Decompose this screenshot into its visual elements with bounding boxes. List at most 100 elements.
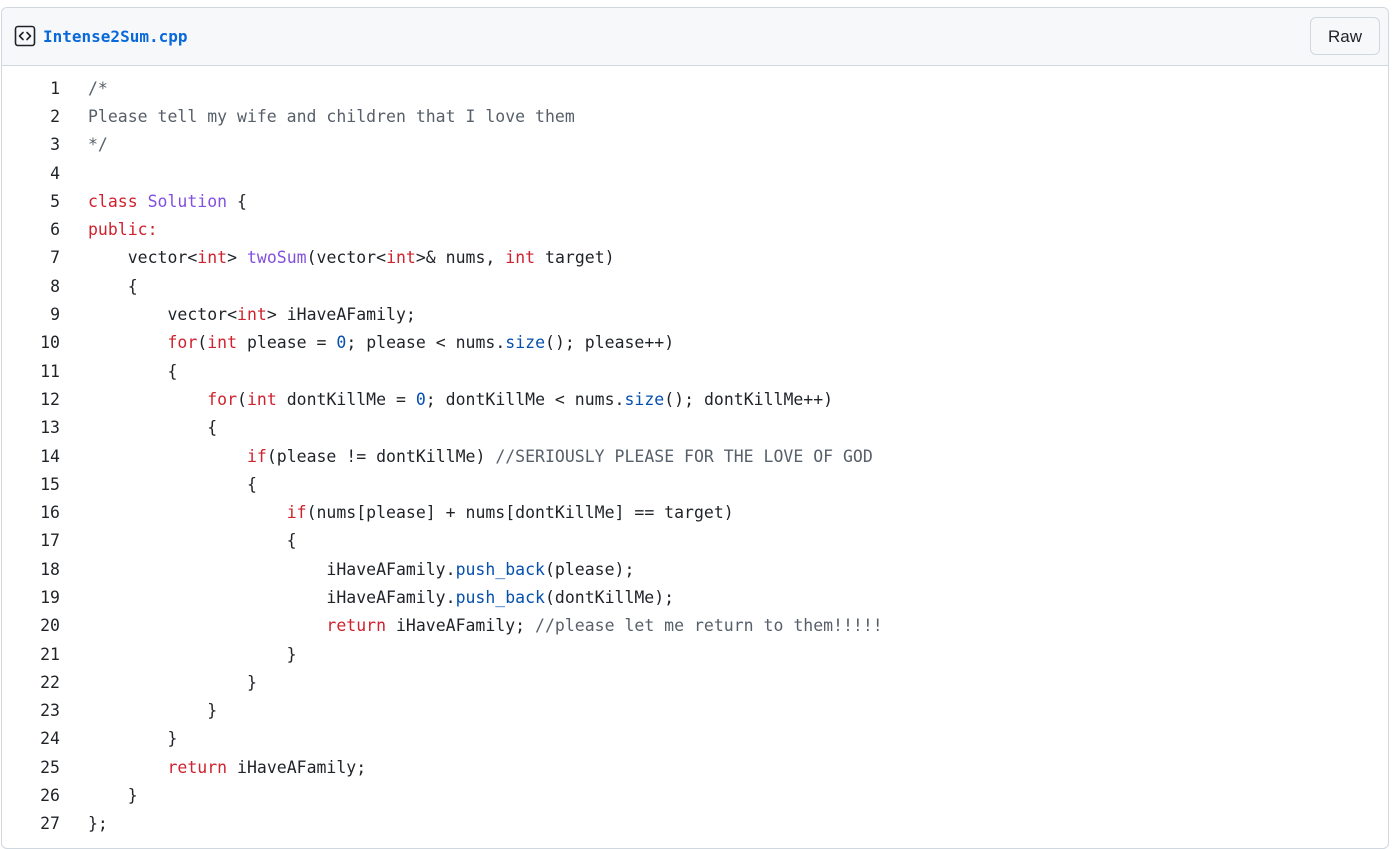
line-number[interactable]: 12 [2, 390, 88, 409]
code-token-plain: dontKillMe = [276, 389, 416, 409]
line-code: class Solution { [88, 192, 247, 211]
code-token-keyword: int [237, 305, 267, 325]
code-token-plain: { [88, 361, 178, 381]
code-token-comment: /* [88, 78, 108, 98]
code-line: 15 { [2, 470, 1388, 498]
code-line: 2 Please tell my wife and children that I… [2, 102, 1388, 130]
line-code: public: [88, 220, 158, 239]
line-code: } [88, 786, 138, 805]
line-code: vector<int> iHaveAFamily; [88, 305, 415, 325]
line-number[interactable]: 10 [2, 333, 88, 352]
code-token-constant: 0 [336, 333, 347, 353]
code-line: 3 */ [2, 131, 1388, 159]
code-line: 4 [2, 159, 1388, 187]
line-code: vector<int> twoSum(vector<int>& nums, in… [88, 248, 615, 267]
code-token-comment: */ [88, 135, 108, 155]
code-line: 17 { [2, 527, 1388, 555]
line-number[interactable]: 4 [2, 164, 88, 183]
code-token-comment: //SERIOUSLY PLEASE FOR THE LOVE OF GOD [495, 446, 873, 466]
code-line: 23 } [2, 697, 1388, 725]
line-code: if(nums[please] + nums[dontKillMe] == ta… [88, 503, 734, 522]
line-number[interactable]: 15 [2, 475, 88, 494]
file-name-link[interactable]: Intense2Sum.cpp [43, 26, 188, 48]
code-line: 25 return iHaveAFamily; [2, 753, 1388, 781]
code-token-keyword: int [207, 333, 238, 353]
line-code: return iHaveAFamily; [88, 758, 366, 777]
code-token-keyword: int [246, 389, 277, 409]
code-line: 7 vector<int> twoSum(vector<int>& nums, … [2, 244, 1388, 272]
line-code: }; [88, 814, 108, 833]
line-number[interactable]: 25 [2, 758, 88, 777]
line-code: } [88, 645, 297, 664]
code-line: 10 for(int please = 0; please < nums.siz… [2, 329, 1388, 357]
code-token-plain: } [88, 644, 297, 664]
line-code: for(int please = 0; please < nums.size()… [88, 333, 674, 352]
line-number[interactable]: 1 [2, 79, 88, 98]
code-token-plain: ; please < nums. [346, 333, 506, 353]
line-number[interactable]: 8 [2, 277, 88, 296]
line-number[interactable]: 7 [2, 248, 88, 267]
line-code: */ [88, 135, 108, 154]
line-code: { [88, 277, 138, 296]
code-file-icon [14, 25, 36, 47]
line-number[interactable]: 18 [2, 560, 88, 579]
code-token-plain: { [88, 276, 138, 296]
code-token-keyword: for [167, 333, 198, 353]
line-number[interactable]: 6 [2, 220, 88, 239]
code-token-constant: push_back [455, 559, 545, 579]
code-line: 19 iHaveAFamily.push_back(dontKillMe); [2, 583, 1388, 611]
line-code: return iHaveAFamily; //please let me ret… [88, 616, 882, 636]
line-number[interactable]: 2 [2, 107, 88, 126]
code-token-plain: } [88, 729, 178, 749]
code-token-plain: (); please++) [545, 333, 675, 353]
line-number[interactable]: 3 [2, 135, 88, 154]
code-line: 5 class Solution { [2, 187, 1388, 215]
line-number[interactable]: 5 [2, 192, 88, 211]
code-line: 9 vector<int> iHaveAFamily; [2, 300, 1388, 328]
line-number[interactable]: 23 [2, 701, 88, 720]
code-token-keyword: int [197, 248, 228, 268]
code-token-plain: (nums[please] + nums[dontKillMe] == targ… [306, 503, 734, 523]
line-number[interactable]: 20 [2, 616, 88, 635]
code-line: 6 public: [2, 215, 1388, 243]
line-number[interactable]: 13 [2, 418, 88, 437]
code-line: 8 { [2, 272, 1388, 300]
line-number[interactable]: 16 [2, 503, 88, 522]
line-number[interactable]: 19 [2, 588, 88, 607]
code-token-plain: iHaveAFamily. [88, 587, 456, 607]
code-token-plain: vector< [88, 248, 198, 268]
code-line: 26 } [2, 781, 1388, 809]
line-number[interactable]: 21 [2, 645, 88, 664]
line-number[interactable]: 14 [2, 447, 88, 466]
line-number[interactable]: 26 [2, 786, 88, 805]
code-body: 1/* 2 Please tell my wife and children tha… [2, 66, 1388, 838]
line-number[interactable]: 11 [2, 362, 88, 381]
code-token-comment: Please tell my wife and children that I … [88, 106, 575, 126]
code-token-plain: } [88, 786, 138, 806]
code-token-plain: (vector< [306, 248, 387, 268]
line-number[interactable]: 17 [2, 531, 88, 550]
code-token-constant: push_back [455, 587, 545, 607]
line-number[interactable]: 24 [2, 729, 88, 748]
code-token-plain: (please); [544, 559, 635, 579]
line-code: iHaveAFamily.push_back(dontKillMe); [88, 588, 674, 607]
code-token-plain: { [88, 474, 257, 494]
line-number[interactable]: 9 [2, 305, 88, 324]
code-token-plain: (); dontKillMe++) [664, 389, 834, 409]
code-token-entity: Solution [147, 191, 228, 211]
raw-button[interactable]: Raw [1310, 17, 1380, 55]
code-line: 27}; [2, 810, 1388, 838]
line-number[interactable]: 22 [2, 673, 88, 692]
line-code: if(please != dontKillMe) //SERIOUSLY PLE… [88, 447, 873, 466]
code-token-plain: { [88, 531, 297, 551]
code-line: 16 if(nums[please] + nums[dontKillMe] ==… [2, 498, 1388, 526]
code-token-keyword: if [246, 446, 267, 466]
code-token-plain: iHaveAFamily; [386, 616, 536, 636]
line-number[interactable]: 27 [2, 814, 88, 833]
code-token-plain: iHaveAFamily; [227, 757, 367, 777]
line-code: { [88, 418, 217, 437]
